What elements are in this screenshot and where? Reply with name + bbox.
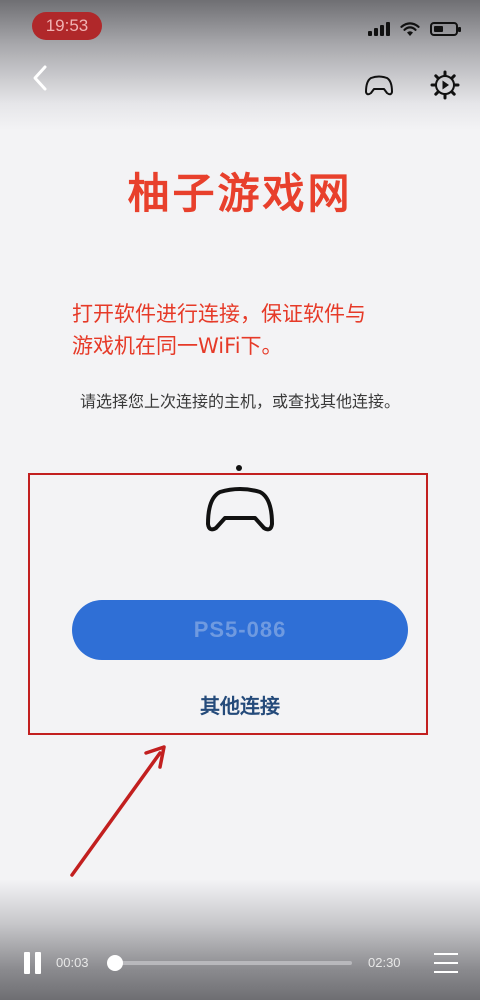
status-bar: 19:53 (0, 0, 480, 56)
other-connection-link[interactable]: 其他连接 (0, 690, 480, 719)
menu-icon[interactable] (434, 952, 458, 974)
battery-icon (430, 22, 461, 36)
progress-knob[interactable] (106, 955, 123, 971)
pause-icon[interactable] (24, 952, 44, 976)
gear-icon[interactable] (430, 70, 460, 100)
elapsed-time: 00:03 (56, 955, 89, 970)
note-line-2: 游戏机在同一WiFi下。 (72, 334, 283, 358)
chevron-left-icon[interactable] (26, 62, 54, 94)
site-title: 柚子游戏网 (127, 169, 353, 218)
gamepad-icon[interactable] (364, 72, 394, 98)
red-arrow-annotation (70, 745, 166, 877)
status-time: 19:53 (32, 12, 102, 40)
connection-note: 打开软件进行连接，保证软件与 游戏机在同一WiFi下。 (72, 298, 432, 362)
instruction-text: 请选择您上次连接的主机，或查找其他连接。 (79, 392, 400, 411)
console-ps5-button[interactable]: PS5-086 (72, 600, 408, 660)
console-controller-icon (206, 487, 274, 532)
wifi-icon (400, 21, 420, 36)
status-icons (368, 20, 461, 38)
note-line-1: 打开软件进行连接，保证软件与 (72, 302, 366, 326)
total-time: 02:30 (368, 955, 401, 970)
video-player-bar: 00:03 02:30 (0, 940, 480, 988)
indicator-dot (236, 465, 242, 471)
cellular-signal-icon (368, 22, 390, 36)
progress-track[interactable] (106, 955, 352, 971)
